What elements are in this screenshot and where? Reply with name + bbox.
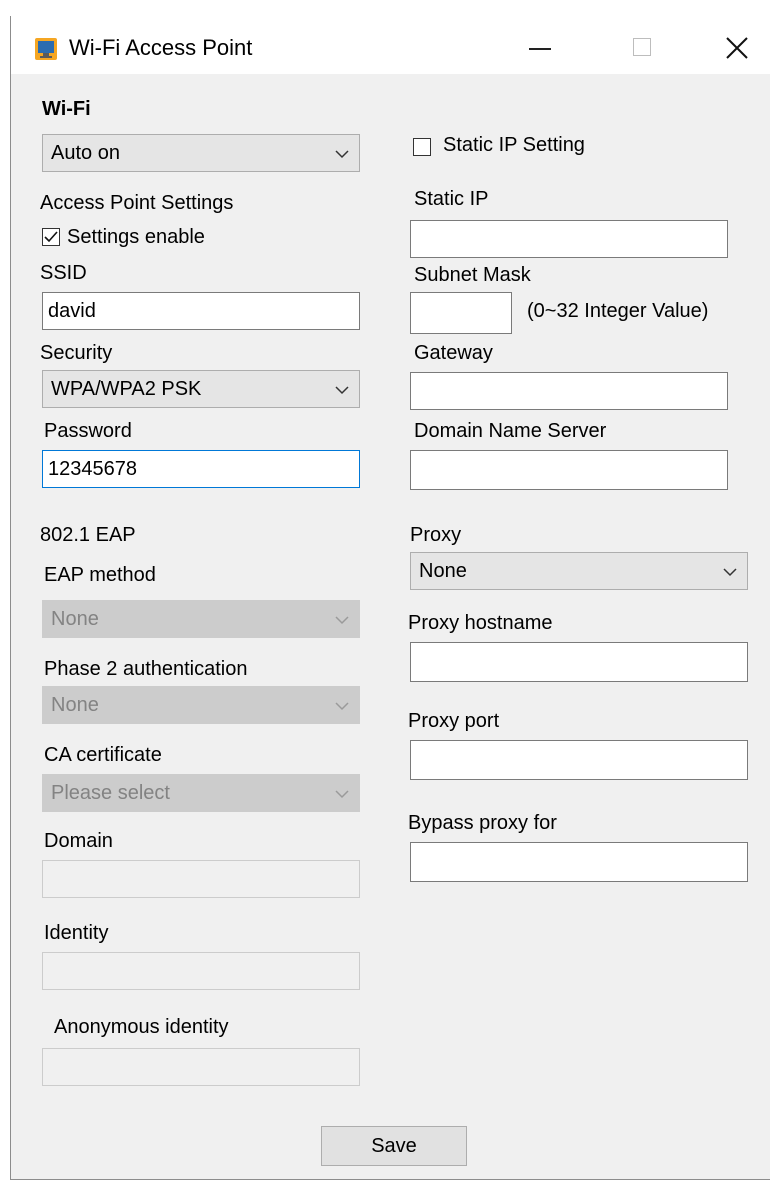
password-label: Password — [44, 420, 132, 442]
domain-label: Domain — [44, 830, 113, 852]
phase2-value: None — [51, 694, 99, 716]
maximize-button[interactable] — [619, 28, 663, 68]
chevron-down-icon — [335, 616, 349, 625]
security-value: WPA/WPA2 PSK — [51, 378, 202, 400]
settings-enable-checkbox[interactable] — [42, 228, 60, 246]
identity-input[interactable] — [42, 952, 360, 990]
static-ip-setting-label: Static IP Setting — [443, 134, 585, 156]
maximize-icon — [633, 38, 651, 56]
password-input[interactable]: 12345678 — [42, 450, 360, 488]
ca-certificate-select[interactable]: Please select — [42, 774, 360, 812]
ca-certificate-value: Please select — [51, 782, 170, 804]
chevron-down-icon — [335, 790, 349, 799]
phase2-label: Phase 2 authentication — [44, 658, 248, 680]
wifi-mode-value: Auto on — [51, 142, 120, 164]
chevron-down-icon — [335, 386, 349, 395]
proxy-hostname-input[interactable] — [410, 642, 748, 682]
anonymous-identity-input[interactable] — [42, 1048, 360, 1086]
ap-settings-heading: Access Point Settings — [40, 192, 234, 214]
wifi-mode-select[interactable]: Auto on — [42, 134, 360, 172]
bypass-proxy-label: Bypass proxy for — [408, 812, 557, 834]
gateway-label: Gateway — [414, 342, 493, 364]
chevron-down-icon — [723, 568, 737, 577]
proxy-value: None — [419, 560, 467, 582]
subnet-mask-label: Subnet Mask — [414, 264, 531, 286]
chevron-down-icon — [335, 150, 349, 159]
gateway-input[interactable] — [410, 372, 728, 410]
check-icon — [44, 231, 58, 243]
bypass-proxy-input[interactable] — [410, 842, 748, 882]
save-button[interactable]: Save — [321, 1126, 467, 1166]
wifi-heading: Wi-Fi — [42, 98, 91, 120]
security-label: Security — [40, 342, 113, 364]
proxy-port-label: Proxy port — [408, 710, 500, 732]
minimize-icon — [529, 48, 551, 50]
background-strip — [0, 0, 772, 16]
security-select[interactable]: WPA/WPA2 PSK — [42, 370, 360, 408]
ssid-label: SSID — [40, 262, 87, 284]
phase2-select[interactable]: None — [42, 686, 360, 724]
window-title: Wi-Fi Access Point — [69, 35, 253, 60]
dns-label: Domain Name Server — [414, 420, 607, 442]
proxy-port-input[interactable] — [410, 740, 748, 780]
eap-heading: 802.1 EAP — [40, 524, 136, 546]
subnet-mask-input[interactable] — [410, 292, 512, 334]
ca-certificate-label: CA certificate — [44, 744, 162, 766]
dns-input[interactable] — [410, 450, 728, 490]
app-icon — [35, 38, 57, 60]
eap-method-label: EAP method — [44, 564, 156, 586]
eap-method-value: None — [51, 608, 99, 630]
proxy-hostname-label: Proxy hostname — [408, 612, 553, 634]
close-icon — [726, 37, 748, 59]
minimize-button[interactable] — [519, 28, 563, 68]
ssid-input[interactable]: david — [42, 292, 360, 330]
proxy-label: Proxy — [410, 524, 462, 546]
static-ip-checkbox[interactable] — [413, 138, 431, 156]
eap-method-select[interactable]: None — [42, 600, 360, 638]
subnet-mask-hint: (0~32 Integer Value) — [527, 300, 709, 322]
static-ip-label: Static IP — [414, 188, 489, 210]
domain-input[interactable] — [42, 860, 360, 898]
title-bar: Wi-Fi Access Point — [11, 16, 770, 74]
settings-enable-label: Settings enable — [67, 226, 205, 248]
dialog-window: Wi-Fi Access Point Wi-Fi Auto on Access … — [10, 16, 770, 1180]
identity-label: Identity — [44, 922, 109, 944]
proxy-select[interactable]: None — [410, 552, 748, 590]
chevron-down-icon — [335, 702, 349, 711]
static-ip-input[interactable] — [410, 220, 728, 258]
anonymous-identity-label: Anonymous identity — [54, 1016, 229, 1038]
close-button[interactable] — [715, 28, 759, 68]
